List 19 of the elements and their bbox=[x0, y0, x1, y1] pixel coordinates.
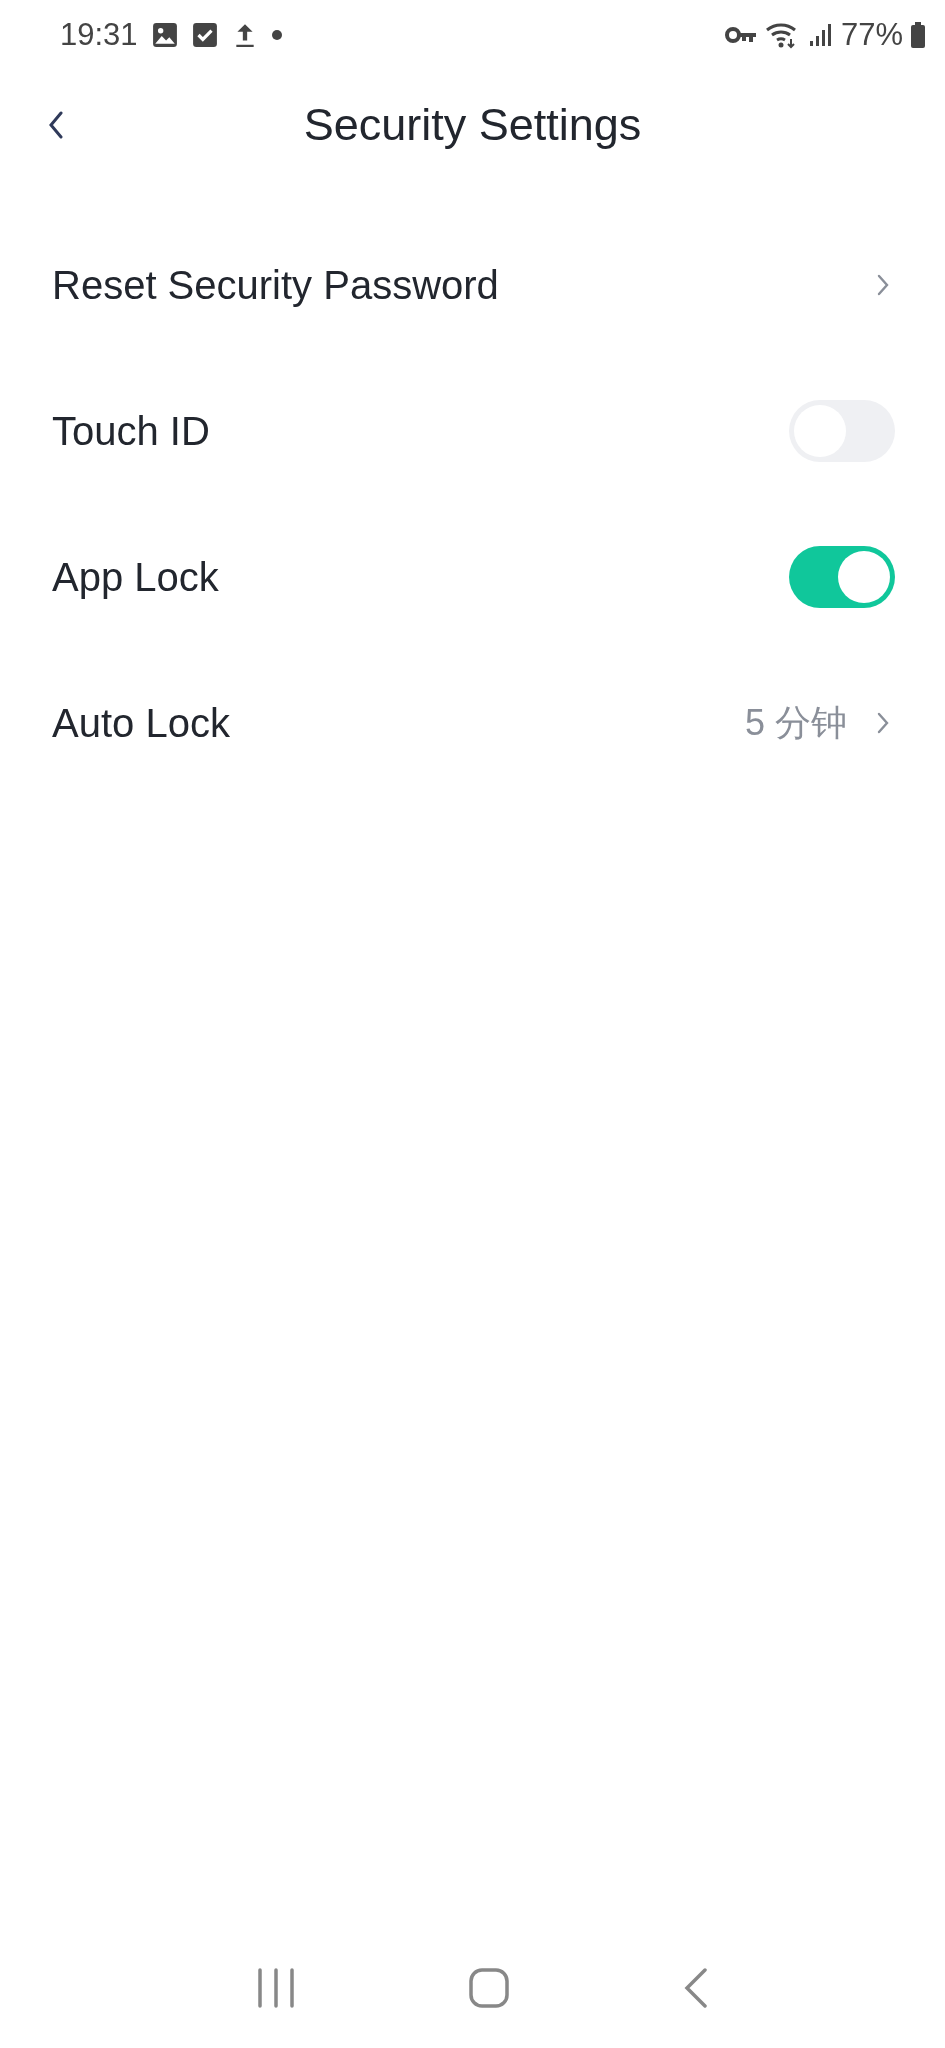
setting-label: App Lock bbox=[52, 554, 219, 600]
recent-apps-icon[interactable] bbox=[257, 1968, 296, 2008]
page-title: Security Settings bbox=[303, 99, 642, 151]
signal-icon bbox=[808, 23, 833, 47]
setting-value: 5 分钟 bbox=[744, 700, 847, 745]
setting-label: Touch ID bbox=[52, 408, 210, 454]
key-icon bbox=[724, 25, 757, 45]
dot-icon bbox=[271, 30, 282, 40]
setting-label: Reset Security Password bbox=[52, 262, 499, 308]
back-icon[interactable] bbox=[683, 1968, 708, 2008]
battery-icon bbox=[911, 22, 925, 48]
chevron-right-icon[interactable] bbox=[877, 274, 889, 296]
battery-percent: 77% bbox=[840, 17, 903, 53]
setting-label: Auto Lock bbox=[52, 700, 230, 746]
checkbox-icon bbox=[191, 22, 218, 48]
status-time: 19:31 bbox=[60, 17, 138, 53]
image-icon bbox=[151, 22, 178, 48]
home-icon[interactable] bbox=[469, 1968, 510, 2008]
chevron-right-icon[interactable] bbox=[877, 712, 889, 734]
